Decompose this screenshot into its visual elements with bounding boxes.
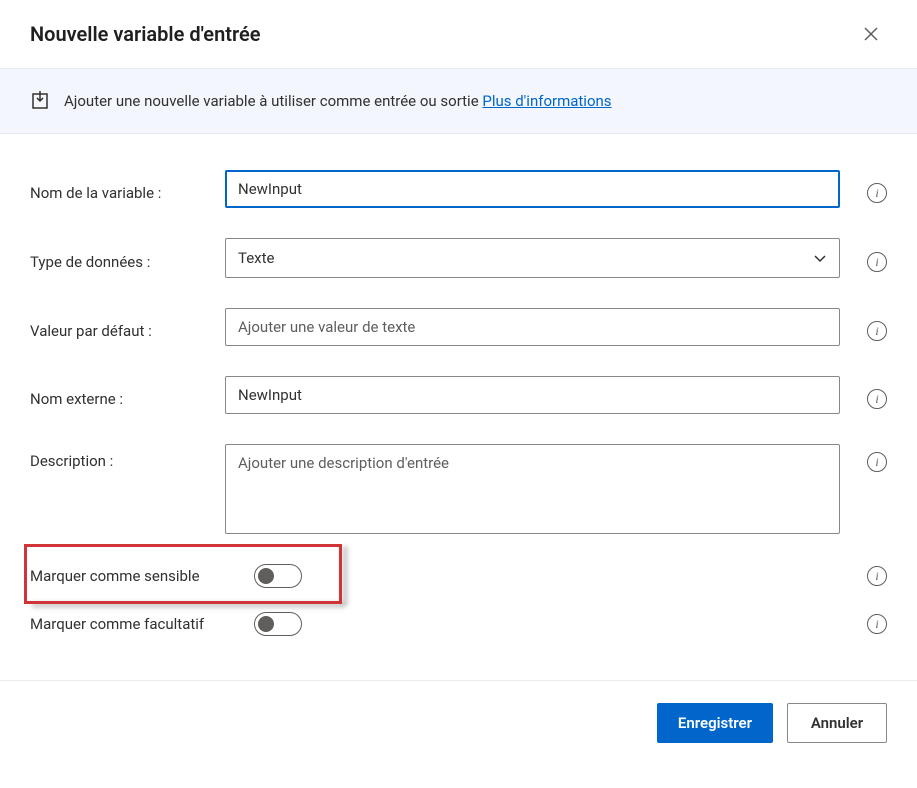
info-icon[interactable]: i bbox=[867, 321, 887, 341]
info-banner: Ajouter une nouvelle variable à utiliser… bbox=[0, 68, 917, 134]
info-icon[interactable]: i bbox=[867, 566, 887, 586]
label-data-type: Type de données : bbox=[30, 245, 225, 271]
dialog-footer: Enregistrer Annuler bbox=[0, 680, 917, 765]
info-icon[interactable]: i bbox=[867, 614, 887, 634]
external-name-input[interactable] bbox=[225, 376, 840, 414]
label-default-value: Valeur par défaut : bbox=[30, 314, 225, 340]
cancel-button[interactable]: Annuler bbox=[787, 703, 887, 743]
info-banner-text-content: Ajouter une nouvelle variable à utiliser… bbox=[64, 92, 482, 110]
info-banner-text: Ajouter une nouvelle variable à utiliser… bbox=[64, 92, 612, 110]
data-type-select[interactable]: Texte bbox=[225, 238, 840, 278]
info-icon[interactable]: i bbox=[867, 452, 887, 472]
row-default-value: Valeur par défaut : i bbox=[30, 308, 887, 346]
sensitive-toggle[interactable] bbox=[254, 564, 302, 588]
row-sensitive: Marquer comme sensible i bbox=[30, 564, 887, 588]
toggle-knob bbox=[258, 616, 274, 632]
save-button[interactable]: Enregistrer bbox=[657, 703, 773, 743]
row-optional: Marquer comme facultatif i bbox=[30, 612, 887, 636]
new-input-variable-dialog: Nouvelle variable d'entrée Ajouter une n… bbox=[0, 0, 917, 765]
dialog-header: Nouvelle variable d'entrée bbox=[0, 0, 917, 68]
label-optional: Marquer comme facultatif bbox=[30, 615, 230, 633]
description-textarea[interactable] bbox=[225, 444, 840, 534]
close-icon bbox=[863, 26, 879, 42]
variable-name-input[interactable] bbox=[225, 170, 840, 208]
more-info-link[interactable]: Plus d'informations bbox=[482, 92, 611, 110]
label-variable-name: Nom de la variable : bbox=[30, 176, 225, 202]
row-data-type: Type de données : Texte i bbox=[30, 238, 887, 278]
dialog-title: Nouvelle variable d'entrée bbox=[30, 22, 261, 46]
optional-toggle[interactable] bbox=[254, 612, 302, 636]
row-description: Description : i bbox=[30, 444, 887, 534]
chevron-down-icon bbox=[813, 251, 827, 265]
info-icon[interactable]: i bbox=[867, 183, 887, 203]
label-external-name: Nom externe : bbox=[30, 382, 225, 408]
label-sensitive: Marquer comme sensible bbox=[30, 567, 230, 585]
info-icon[interactable]: i bbox=[867, 252, 887, 272]
close-button[interactable] bbox=[855, 18, 887, 50]
label-description: Description : bbox=[30, 444, 225, 470]
row-variable-name: Nom de la variable : i bbox=[30, 170, 887, 208]
row-external-name: Nom externe : i bbox=[30, 376, 887, 414]
form-body: Nom de la variable : i Type de données :… bbox=[0, 134, 917, 680]
default-value-input[interactable] bbox=[225, 308, 840, 346]
input-output-icon bbox=[30, 91, 50, 111]
info-icon[interactable]: i bbox=[867, 389, 887, 409]
toggle-knob bbox=[258, 568, 274, 584]
data-type-value: Texte bbox=[238, 249, 274, 267]
